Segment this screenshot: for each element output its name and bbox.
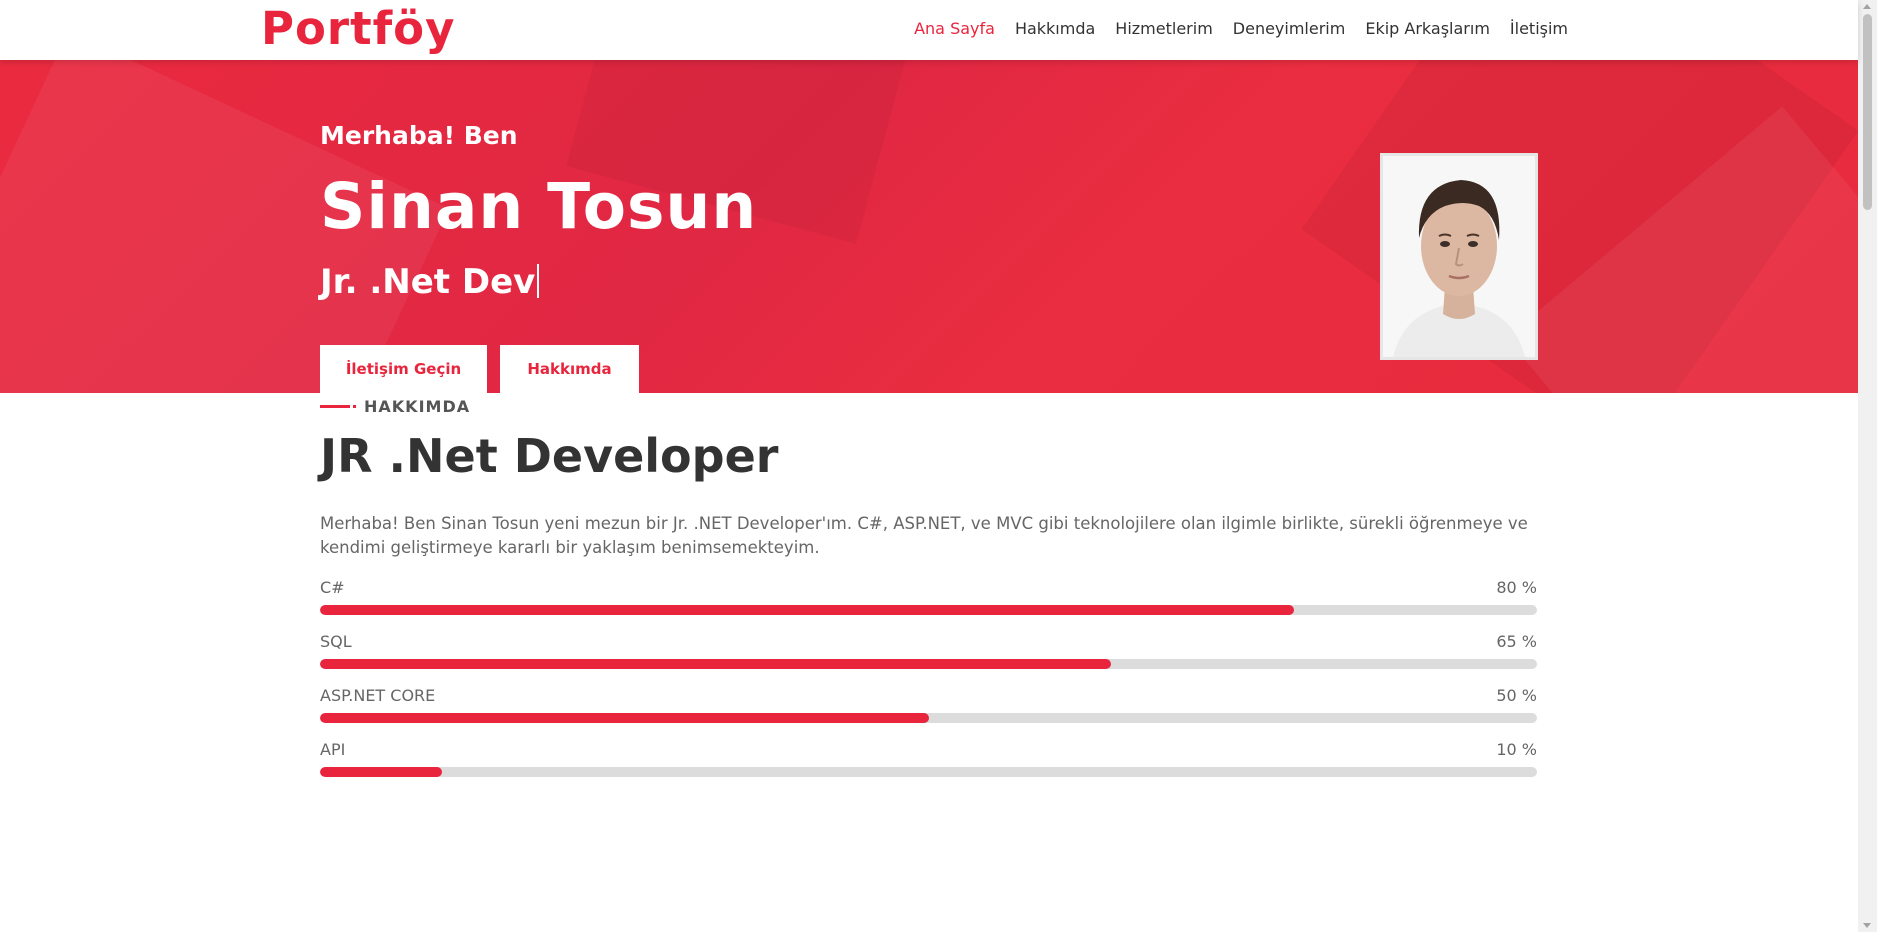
skill-percent: 50 %: [1496, 686, 1537, 705]
about-paragraph: Merhaba! Ben Sinan Tosun yeni mezun bir …: [320, 514, 1528, 557]
profile-photo-illustration: [1383, 156, 1535, 357]
skill-progress-fill: [320, 659, 1112, 669]
page-scrollbar[interactable]: [1858, 0, 1877, 932]
top-navbar: Portföy Ana Sayfa Hakkımda Hizmetlerim D…: [0, 0, 1858, 60]
about-button[interactable]: Hakkımda: [500, 345, 639, 393]
skill-name: SQL: [320, 632, 352, 651]
hero-name: Sinan Tosun: [320, 170, 758, 243]
skill-percent: 65 %: [1496, 632, 1537, 651]
section-tag-text: HAKKIMDA: [364, 397, 471, 416]
skill-item: SQL 65 %: [320, 632, 1537, 686]
skill-item: ASP.NET CORE 50 %: [320, 686, 1537, 740]
skill-progress-track: [320, 713, 1537, 723]
skill-progress-fill: [320, 767, 442, 777]
nav-link-services[interactable]: Hizmetlerim: [1115, 19, 1212, 38]
section-tag-line: [320, 405, 356, 408]
typing-caret: [537, 264, 540, 298]
skill-item: API 10 %: [320, 740, 1537, 794]
nav-link-about[interactable]: Hakkımda: [1015, 19, 1095, 38]
skill-name: ASP.NET CORE: [320, 686, 436, 705]
skills-list: C# 80 % SQL 65 % ASP.NET CORE 50 % API 1…: [320, 578, 1537, 794]
about-section-tag: HAKKIMDA: [320, 397, 470, 416]
skill-item: C# 80 %: [320, 578, 1537, 632]
scroll-down-icon[interactable]: [1863, 923, 1871, 928]
skill-progress-track: [320, 605, 1537, 615]
hero-greeting: Merhaba! Ben: [320, 121, 518, 150]
skill-progress-fill: [320, 713, 929, 723]
main-nav: Ana Sayfa Hakkımda Hizmetlerim Deneyimle…: [914, 19, 1568, 38]
about-heading: JR .Net Developer: [320, 429, 779, 483]
profile-photo: [1380, 153, 1538, 360]
site-logo[interactable]: Portföy: [261, 2, 455, 55]
skill-percent: 80 %: [1496, 578, 1537, 597]
skill-percent: 10 %: [1496, 740, 1537, 759]
skill-progress-fill: [320, 605, 1294, 615]
skill-name: C#: [320, 578, 345, 597]
skill-name: API: [320, 740, 346, 759]
nav-link-experience[interactable]: Deneyimlerim: [1233, 19, 1346, 38]
nav-link-contact[interactable]: İletişim: [1510, 19, 1568, 38]
nav-link-team[interactable]: Ekip Arkaşlarım: [1365, 19, 1490, 38]
skill-progress-track: [320, 767, 1537, 777]
hero-role-text: Jr. .Net Dev: [320, 262, 536, 302]
scrollbar-thumb[interactable]: [1863, 14, 1872, 210]
hero-section: [0, 60, 1858, 393]
contact-button[interactable]: İletişim Geçin: [320, 345, 487, 393]
skill-progress-track: [320, 659, 1537, 669]
nav-link-home[interactable]: Ana Sayfa: [914, 19, 995, 38]
hero-role: Jr. .Net Dev: [320, 262, 540, 302]
scroll-up-icon[interactable]: [1863, 4, 1871, 9]
